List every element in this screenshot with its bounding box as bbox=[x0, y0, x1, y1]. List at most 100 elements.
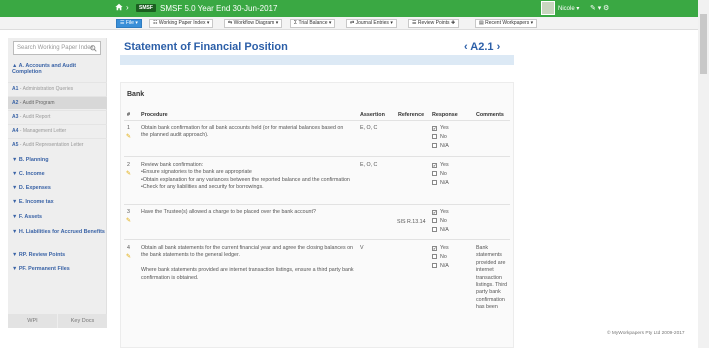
response-na-option[interactable]: N/A bbox=[432, 143, 449, 149]
sidebar-item-label: - Audit Representation Letter bbox=[18, 142, 84, 148]
option-label: Yes bbox=[440, 162, 449, 168]
recent-workpapers-button[interactable]: ▤ Recent Workpapers ▾ bbox=[475, 19, 538, 28]
edit-pencil-icon[interactable]: ✎ bbox=[126, 170, 131, 177]
sidebar-item-a4[interactable]: A4 - Management Letter bbox=[8, 124, 107, 137]
option-label: No bbox=[440, 254, 447, 260]
option-label: N/A bbox=[440, 180, 449, 186]
toolbar: ☰ File ▾ ☷ Working Paper Index ▾ ⇆ Workf… bbox=[0, 17, 698, 30]
response-na-option[interactable]: N/A bbox=[432, 227, 449, 233]
sidebar-footer: WPI Key Docs bbox=[8, 314, 107, 328]
journal-entries-button[interactable]: ⇄ Journal Entries ▾ bbox=[346, 19, 397, 28]
edit-pencil-icon[interactable]: ✎ bbox=[126, 217, 131, 224]
sidebar-section-income-tax[interactable]: ▼ E. Income tax bbox=[8, 199, 107, 205]
sidebar-section-permanent-files[interactable]: ▼ PF. Permanent Files bbox=[8, 266, 107, 272]
assertion-text: V bbox=[360, 245, 364, 251]
procedure-text: Review bank confirmation: •Ensure signat… bbox=[141, 162, 350, 191]
sidebar-item-a2[interactable]: A2 - Audit Program bbox=[8, 96, 107, 109]
response-yes-option[interactable]: ✔ Yes bbox=[432, 245, 449, 251]
page-title: Statement of Financial Position bbox=[124, 41, 288, 53]
row-number: 3 bbox=[127, 209, 130, 215]
breadcrumb-separator-icon: › bbox=[126, 3, 129, 12]
response-na-option[interactable]: N/A bbox=[432, 180, 449, 186]
sidebar-section-assets[interactable]: ▼ F. Assets bbox=[8, 214, 107, 220]
checkbox-icon[interactable] bbox=[432, 134, 437, 139]
edit-pencil-icon[interactable]: ✎ bbox=[126, 133, 131, 140]
file-menu-button[interactable]: ☰ File ▾ bbox=[116, 19, 142, 28]
header-divider bbox=[124, 120, 510, 121]
response-no-option[interactable]: No bbox=[432, 218, 447, 224]
edit-menu-icon[interactable]: ✎ ▾ bbox=[590, 4, 601, 12]
row-number: 2 bbox=[127, 162, 130, 168]
checkbox-icon[interactable] bbox=[432, 254, 437, 259]
sidebar-section-planning[interactable]: ▼ B. Planning bbox=[8, 157, 107, 163]
reference-text[interactable]: SIS R.13.14 bbox=[397, 219, 426, 226]
edit-pencil-icon[interactable]: ✎ bbox=[126, 253, 131, 260]
sidebar-item-label: - Audit Report bbox=[18, 114, 51, 120]
search-icon[interactable] bbox=[90, 45, 97, 52]
checkbox-icon[interactable] bbox=[432, 227, 437, 232]
sidebar-section-expenses[interactable]: ▼ D. Expenses bbox=[8, 185, 107, 191]
option-label: N/A bbox=[440, 263, 449, 269]
engagement-title[interactable]: SMSF 5.0 Year End 30-Jun-2017 bbox=[160, 4, 277, 13]
response-no-option[interactable]: No bbox=[432, 254, 447, 260]
column-header-procedure: Procedure bbox=[141, 112, 168, 118]
user-menu[interactable]: Nicole ▾ bbox=[558, 5, 579, 12]
response-na-option[interactable]: N/A bbox=[432, 263, 449, 269]
row-divider bbox=[124, 204, 510, 205]
sidebar-item-a3[interactable]: A3 - Audit Report bbox=[8, 110, 107, 123]
option-label: No bbox=[440, 134, 447, 140]
checkbox-checked-icon[interactable]: ✔ bbox=[432, 126, 437, 131]
workflow-diagram-button[interactable]: ⇆ Workflow Diagram ▾ bbox=[224, 19, 283, 28]
wpi-tab[interactable]: WPI bbox=[8, 314, 57, 328]
sidebar-item-label: - Administration Queries bbox=[18, 86, 74, 92]
procedure-text: Have the Trustee(s) allowed a charge to … bbox=[141, 209, 316, 215]
response-yes-option[interactable]: ✔ Yes bbox=[432, 209, 449, 215]
avatar[interactable] bbox=[541, 1, 555, 15]
column-header-number: # bbox=[127, 112, 130, 118]
scrollbar-thumb[interactable] bbox=[700, 14, 707, 74]
option-label: No bbox=[440, 171, 447, 177]
trial-balance-button[interactable]: Σ Trial Balance ▾ bbox=[290, 19, 336, 28]
checkbox-checked-icon[interactable]: ✔ bbox=[432, 210, 437, 215]
row-number: 1 bbox=[127, 125, 130, 131]
option-label: Yes bbox=[440, 209, 449, 215]
checkbox-checked-icon[interactable]: ✔ bbox=[432, 163, 437, 168]
assertion-text: E, O, C bbox=[360, 125, 378, 131]
option-label: No bbox=[440, 218, 447, 224]
checkbox-checked-icon[interactable]: ✔ bbox=[432, 246, 437, 251]
working-paper-index-sidebar: Search Working Paper Index ▲ A. Accounts… bbox=[8, 38, 107, 328]
key-docs-tab[interactable]: Key Docs bbox=[58, 314, 107, 328]
sidebar-section-review-points[interactable]: ▼ RP. Review Points bbox=[8, 252, 107, 258]
checkbox-icon[interactable] bbox=[432, 263, 437, 268]
assertion-text: E, O, C bbox=[360, 162, 378, 168]
response-yes-option[interactable]: ✔ Yes bbox=[432, 125, 449, 131]
comments-text[interactable]: Bank statements provided are internet tr… bbox=[476, 245, 510, 331]
checkbox-icon[interactable] bbox=[432, 171, 437, 176]
row-divider bbox=[124, 156, 510, 157]
sidebar-section-liabilities[interactable]: ▼ H. Liabilities for Accrued Benefits bbox=[8, 229, 107, 235]
working-paper-index-button[interactable]: ☷ Working Paper Index ▾ bbox=[149, 19, 214, 28]
checkbox-icon[interactable] bbox=[432, 143, 437, 148]
sidebar-item-a5[interactable]: A5 - Audit Representation Letter bbox=[8, 138, 107, 151]
review-points-button[interactable]: ☰ Review Points ✚ bbox=[408, 19, 460, 28]
working-paper-ref-navigator[interactable]: ‹ A2.1 › bbox=[464, 41, 500, 53]
home-icon[interactable] bbox=[115, 3, 123, 11]
copyright-notice: © MyWorkpapers Pty Ltd 2009-2017 bbox=[607, 331, 685, 336]
app-logo: SMSF bbox=[136, 4, 156, 12]
column-header-comments: Comments bbox=[476, 112, 504, 118]
response-yes-option[interactable]: ✔ Yes bbox=[432, 162, 449, 168]
checkbox-icon[interactable] bbox=[432, 180, 437, 185]
option-label: Yes bbox=[440, 245, 449, 251]
sidebar-section-income[interactable]: ▼ C. Income bbox=[8, 171, 107, 177]
top-bar: › SMSF SMSF 5.0 Year End 30-Jun-2017 Nic… bbox=[0, 0, 698, 17]
checkbox-icon[interactable] bbox=[432, 218, 437, 223]
sidebar-section-accounts-audit-completion[interactable]: ▲ A. Accounts and Audit Completion bbox=[8, 63, 107, 75]
option-label: N/A bbox=[440, 143, 449, 149]
sidebar-item-a1[interactable]: A1 - Administration Queries bbox=[8, 82, 107, 95]
response-no-option[interactable]: No bbox=[432, 134, 447, 140]
response-no-option[interactable]: No bbox=[432, 171, 447, 177]
settings-icon[interactable]: ⚙ bbox=[603, 4, 609, 12]
procedure-text: Obtain bank confirmation for all bank ac… bbox=[141, 125, 344, 139]
search-input[interactable]: Search Working Paper Index bbox=[13, 41, 101, 55]
sidebar-item-label: - Audit Program bbox=[18, 100, 55, 106]
